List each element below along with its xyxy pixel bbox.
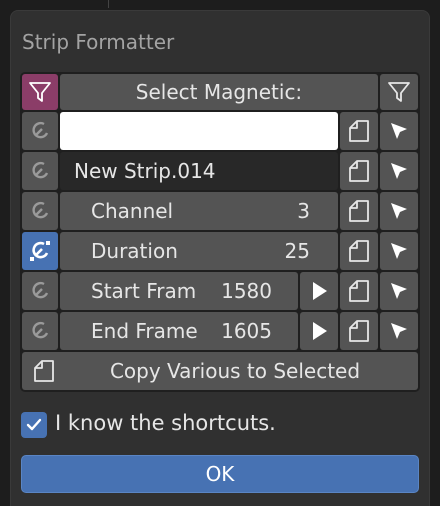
select-button[interactable] xyxy=(380,152,418,190)
cursor-icon xyxy=(388,120,410,142)
select-button[interactable] xyxy=(380,272,418,310)
magnet-icon xyxy=(27,318,53,344)
strip-name-value: New Strip.014 xyxy=(74,159,216,183)
window-separator xyxy=(108,0,109,8)
copy-icon xyxy=(347,238,371,264)
copy-icon xyxy=(347,158,371,184)
select-button[interactable] xyxy=(380,232,418,270)
channel-label: Channel xyxy=(91,199,174,223)
end-frame-field[interactable]: End Frame 1605 xyxy=(60,312,298,350)
magnet-toggle[interactable] xyxy=(22,152,58,190)
start-frame-value: 1580 xyxy=(221,279,272,303)
filter-toggle-button[interactable] xyxy=(22,74,58,110)
end-frame-label: End Frame xyxy=(91,319,198,343)
channel-value: 3 xyxy=(297,199,310,223)
copy-icon xyxy=(347,318,371,344)
jump-to-end-button[interactable] xyxy=(300,312,338,350)
copy-button[interactable] xyxy=(340,112,378,150)
duration-label: Duration xyxy=(91,239,178,263)
cursor-icon xyxy=(388,240,410,262)
play-icon xyxy=(309,320,329,342)
shortcuts-checkbox-label[interactable]: I know the shortcuts. xyxy=(55,411,276,435)
select-magnetic-button[interactable]: Select Magnetic: xyxy=(60,74,378,110)
filter-icon xyxy=(387,80,411,104)
start-frame-field[interactable]: Start Fram 1580 xyxy=(60,272,298,310)
ok-button[interactable]: OK xyxy=(21,455,419,493)
filter-icon xyxy=(28,80,52,104)
shortcuts-checkbox[interactable] xyxy=(21,412,47,438)
duration-value: 25 xyxy=(284,239,310,263)
copy-button[interactable] xyxy=(340,312,378,350)
ok-button-label: OK xyxy=(205,462,235,486)
magnet-toggle[interactable] xyxy=(22,112,58,150)
properties-panel: Select Magnetic: New Strip.014 Channel 3… xyxy=(20,72,420,392)
copy-icon xyxy=(347,278,371,304)
copy-button[interactable] xyxy=(340,232,378,270)
duration-field[interactable]: Duration 25 xyxy=(60,232,338,270)
copy-button[interactable] xyxy=(340,152,378,190)
magnet-icon xyxy=(27,158,53,184)
cursor-icon xyxy=(388,160,410,182)
copy-button[interactable] xyxy=(340,272,378,310)
start-frame-label: Start Fram xyxy=(91,279,197,303)
magnet-icon xyxy=(27,238,53,264)
magnet-toggle-active[interactable] xyxy=(22,232,58,270)
dialog-title: Strip Formatter xyxy=(22,30,175,54)
cursor-icon xyxy=(388,200,410,222)
copy-icon xyxy=(347,198,371,224)
magnet-icon xyxy=(27,198,53,224)
magnet-toggle[interactable] xyxy=(22,192,58,230)
magnet-icon xyxy=(27,278,53,304)
cursor-icon xyxy=(388,320,410,342)
copy-icon xyxy=(347,118,371,144)
magnet-toggle[interactable] xyxy=(22,312,58,350)
select-button[interactable] xyxy=(380,312,418,350)
name-input[interactable] xyxy=(60,112,338,150)
end-frame-value: 1605 xyxy=(221,319,272,343)
select-button[interactable] xyxy=(380,112,418,150)
strip-name-field[interactable]: New Strip.014 xyxy=(60,152,338,190)
copy-icon xyxy=(32,358,56,384)
jump-to-start-button[interactable] xyxy=(300,272,338,310)
play-icon xyxy=(309,280,329,302)
filter-button[interactable] xyxy=(380,74,418,110)
cursor-icon xyxy=(388,280,410,302)
select-magnetic-label: Select Magnetic: xyxy=(135,80,303,104)
channel-field[interactable]: Channel 3 xyxy=(60,192,338,230)
magnet-icon xyxy=(27,118,53,144)
magnet-toggle[interactable] xyxy=(22,272,58,310)
checkmark-icon xyxy=(25,416,43,434)
copy-various-label: Copy Various to Selected xyxy=(109,359,361,383)
copy-various-button[interactable]: Copy Various to Selected xyxy=(22,352,418,390)
copy-button[interactable] xyxy=(340,192,378,230)
select-button[interactable] xyxy=(380,192,418,230)
